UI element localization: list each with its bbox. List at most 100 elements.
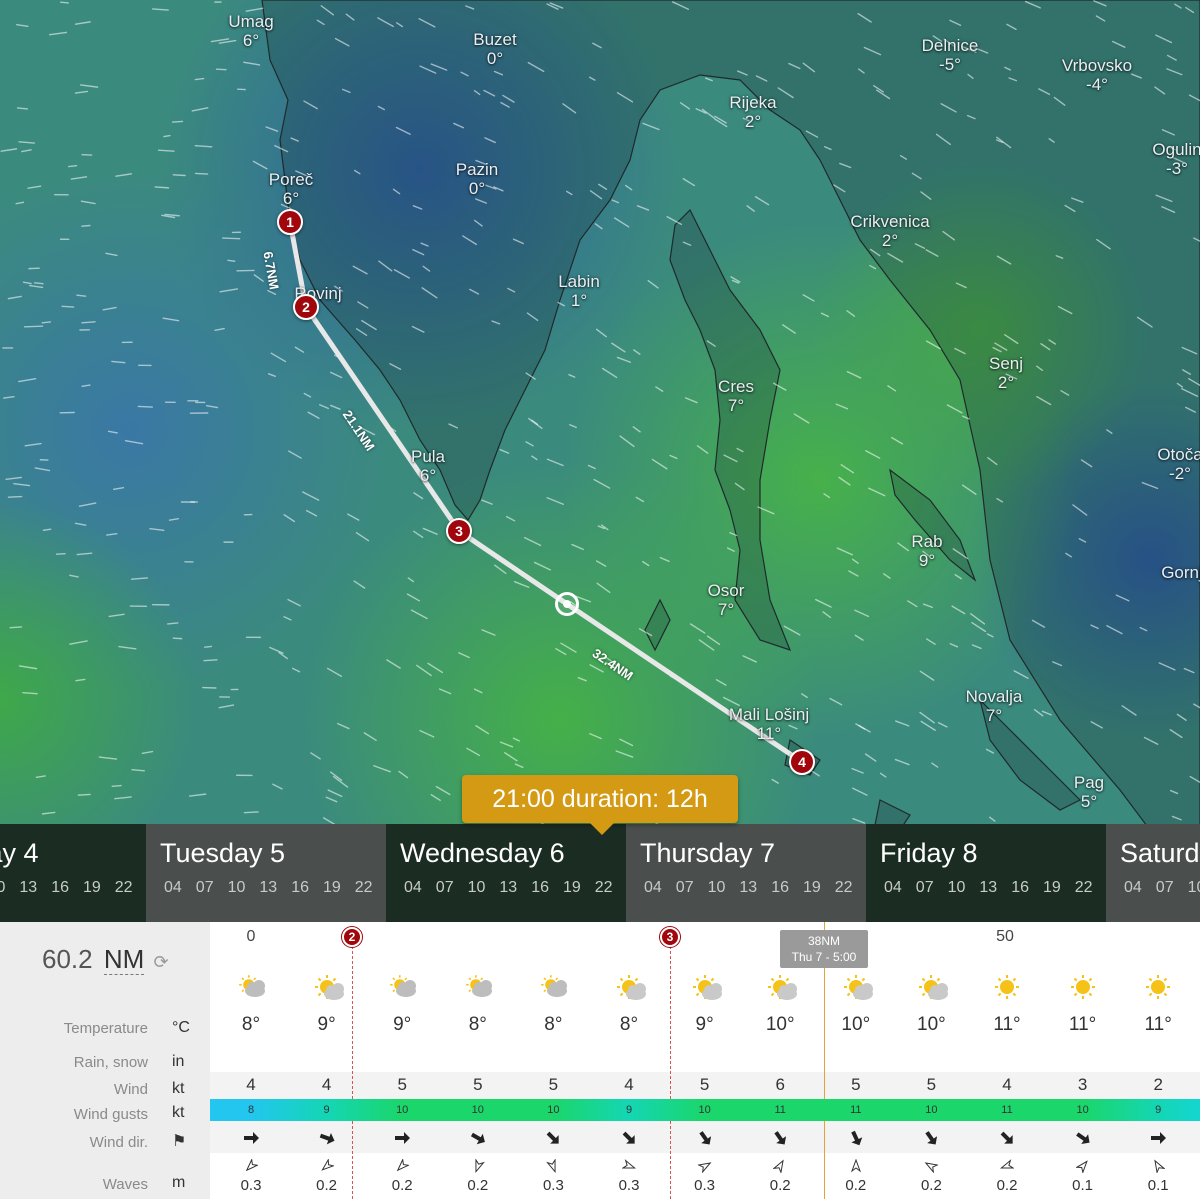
hour-tick[interactable]: 19 xyxy=(323,879,355,897)
distance-unit[interactable]: NM xyxy=(103,944,145,975)
hour-tick[interactable]: 07 xyxy=(196,879,228,897)
waypoint-marker-3[interactable]: 3 xyxy=(660,927,680,947)
wave-height-value: 0.2 xyxy=(996,1177,1018,1194)
timeline-days[interactable]: Monday 404071013161922Tuesday 5040710131… xyxy=(0,824,1200,922)
unit-rain[interactable]: in xyxy=(172,1053,184,1071)
sun-cloud-icon xyxy=(688,972,722,1007)
hour-tick[interactable]: 04 xyxy=(404,879,436,897)
gust-value: 9 xyxy=(323,1104,330,1116)
waypoint-4[interactable]: 4 xyxy=(789,749,815,775)
wind-streak xyxy=(60,1,69,4)
wave-height-value: 0.3 xyxy=(694,1177,716,1194)
city-name: Poreč xyxy=(268,170,314,189)
city-temp: 6° xyxy=(282,189,300,208)
city-temp: 1° xyxy=(570,291,588,310)
waypoint-3[interactable]: 3 xyxy=(446,518,472,544)
city-temp: 0° xyxy=(468,179,486,198)
hour-tick[interactable]: 13 xyxy=(979,879,1011,897)
day-friday-8[interactable]: Friday 8 04 07 10 13 16 19 22 xyxy=(866,824,1106,922)
hour-tick[interactable]: 13 xyxy=(499,879,531,897)
now-time: Thu 7 - 5:00 xyxy=(791,950,857,964)
wave-height-value: 0.2 xyxy=(467,1177,489,1194)
hour-tick[interactable]: 10 xyxy=(228,879,260,897)
gust-value: 10 xyxy=(396,1104,409,1116)
wind-streak xyxy=(221,237,241,240)
refresh-icon[interactable]: ⟳ xyxy=(154,952,169,972)
current-position-badge: 38NM Thu 7 - 5:00 xyxy=(780,930,868,968)
hour-tick[interactable]: 13 xyxy=(259,879,291,897)
wind-streak xyxy=(68,164,78,168)
unit-temperature[interactable]: °C xyxy=(172,1019,190,1037)
hour-tick[interactable]: 22 xyxy=(355,879,387,897)
hour-tick[interactable]: 07 xyxy=(436,879,468,897)
hour-tick[interactable]: 16 xyxy=(531,879,563,897)
hour-tick[interactable]: 16 xyxy=(1011,879,1043,897)
hour-tick[interactable]: 10 xyxy=(468,879,500,897)
hour-tick[interactable]: 19 xyxy=(563,879,595,897)
hour-tick[interactable]: 10 xyxy=(948,879,980,897)
wind-streak xyxy=(171,120,184,123)
wave-direction-icon xyxy=(471,1158,485,1178)
hour-tick[interactable]: 13 xyxy=(19,879,51,897)
day-saturday-9[interactable]: Saturday 9 04071013161922 xyxy=(1106,824,1200,922)
wave-direction-icon xyxy=(999,1159,1015,1178)
hour-tick[interactable]: 16 xyxy=(51,879,83,897)
hour-tick[interactable]: 22 xyxy=(835,879,867,897)
wind-arrow-icon xyxy=(1149,1129,1167,1152)
day-tuesday-5[interactable]: Tuesday 5 04 07 10 13 16 19 22 xyxy=(146,824,386,922)
label-waves: Waves xyxy=(102,1176,148,1193)
day-thursday-7[interactable]: Thursday 7 04 07 10 13 16 19 22 xyxy=(626,824,866,922)
waypoint-1[interactable]: 1 xyxy=(277,209,303,235)
city-temp: 7° xyxy=(727,396,745,415)
hour-tick[interactable]: 16 xyxy=(771,879,803,897)
route-distance: 60.2 NM ⟳ xyxy=(42,944,169,975)
unit-wind[interactable]: kt xyxy=(172,1080,184,1098)
hour-tick[interactable]: 04 xyxy=(1124,879,1156,897)
hour-tick[interactable]: 19 xyxy=(83,879,115,897)
wind-streak xyxy=(227,259,236,262)
unit-waves[interactable]: m xyxy=(172,1174,185,1192)
waypoint-2[interactable]: 2 xyxy=(293,294,319,320)
wind-streak xyxy=(33,282,44,285)
temperature-value: 9° xyxy=(393,1014,412,1035)
flag-icon[interactable]: ⚑ xyxy=(172,1131,186,1151)
wind-streak xyxy=(7,495,23,498)
wind-value: 5 xyxy=(926,1075,937,1094)
city-name: Umag xyxy=(228,12,274,31)
hour-tick[interactable]: 07 xyxy=(676,879,708,897)
gust-value: 9 xyxy=(1155,1104,1162,1116)
hour-tick[interactable]: 13 xyxy=(739,879,771,897)
hour-tick[interactable]: 19 xyxy=(1043,879,1075,897)
sun-cloud-icon xyxy=(914,972,949,1007)
wind-value: 5 xyxy=(548,1075,559,1094)
hour-tick[interactable]: 22 xyxy=(595,879,627,897)
wind-streak xyxy=(77,793,91,796)
day-wednesday-6[interactable]: Wednesday 6 04 07 10 13 16 19 22 xyxy=(386,824,626,922)
wind-arrow-icon xyxy=(771,1129,789,1152)
unit-gusts[interactable]: kt xyxy=(172,1104,184,1122)
wind-value: 6 xyxy=(775,1075,785,1094)
day-hours: 04071013161922 xyxy=(644,879,867,897)
temperature-value: 11° xyxy=(993,1014,1021,1035)
city-pazin: Pazin 0° xyxy=(456,160,499,198)
hour-tick[interactable]: 10 xyxy=(1188,879,1200,897)
weather-map[interactable]: Umag 6° Buzet 0° Delnice -5° Vrbovsko -4° Rijeka… xyxy=(0,0,1200,830)
route-position-handle[interactable] xyxy=(555,592,579,616)
hour-tick[interactable]: 22 xyxy=(115,879,147,897)
hour-tick[interactable]: 19 xyxy=(803,879,835,897)
city-temp: 6° xyxy=(242,31,260,50)
waypoint-marker-2[interactable]: 2 xyxy=(342,927,362,947)
wind-arrow-icon xyxy=(922,1129,940,1152)
hour-tick[interactable]: 22 xyxy=(1075,879,1107,897)
city-pula: Pula 6° xyxy=(411,447,445,485)
hour-tick[interactable]: 07 xyxy=(916,879,948,897)
hour-tick[interactable]: 10 xyxy=(708,879,740,897)
hour-tick[interactable]: 16 xyxy=(291,879,323,897)
hour-tick[interactable]: 07 xyxy=(1156,879,1188,897)
day-monday-4[interactable]: Monday 4 04071013161922 xyxy=(0,824,146,922)
hour-tick[interactable]: 10 xyxy=(0,879,19,897)
city-rijeka: Rijeka 2° xyxy=(729,93,776,131)
hour-tick[interactable]: 04 xyxy=(644,879,676,897)
hour-tick[interactable]: 04 xyxy=(164,879,196,897)
hour-tick[interactable]: 04 xyxy=(884,879,916,897)
